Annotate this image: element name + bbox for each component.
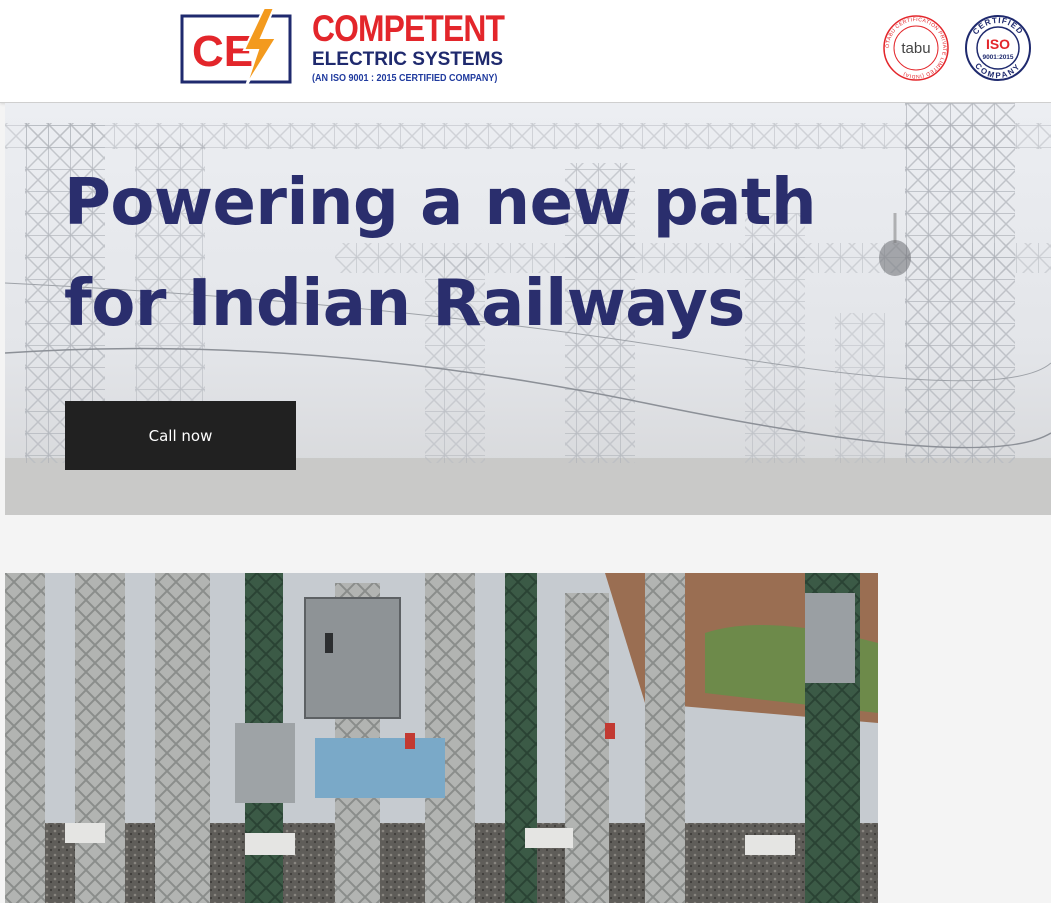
hero-heading: Powering a new path for Indian Railways (64, 153, 864, 355)
logo-title: COMPETENT (312, 8, 505, 49)
logo-subtitle: ELECTRIC SYSTEMS (312, 49, 504, 70)
call-now-button[interactable]: Call now (65, 401, 296, 470)
company-logo[interactable]: CE COMPETENT ELECTRIC SYSTEMS (AN ISO 90… (172, 4, 512, 92)
iso-center-text: ISO (986, 36, 1010, 52)
iso-certified-badge: CERTIFIED COMPANY ISO 9001:2015 (965, 15, 1031, 81)
tabu-center-text: tabu (901, 40, 930, 57)
logo-certification: (AN ISO 9001 : 2015 CERTIFIED COMPANY) (312, 73, 498, 84)
logo-wordmark: COMPETENT ELECTRIC SYSTEMS (AN ISO 9001 … (312, 10, 535, 85)
tabu-certification-badge: OTABU CERTIFICATION PRIVATE LIMITED (IND… (883, 15, 949, 81)
substation-photo (5, 573, 878, 903)
substation-image (5, 573, 878, 903)
hero-section: Powering a new path for Indian Railways … (5, 103, 1051, 515)
iso-number-text: 9001:2015 (982, 54, 1013, 61)
ce-logo-mark-icon: CE (180, 8, 292, 86)
hero-heading-line-1: Powering a new path (64, 166, 817, 240)
hero-heading-line-2: for Indian Railways (64, 267, 745, 341)
logo-mark-text: CE (192, 27, 253, 76)
site-header: CE COMPETENT ELECTRIC SYSTEMS (AN ISO 90… (0, 0, 1051, 103)
